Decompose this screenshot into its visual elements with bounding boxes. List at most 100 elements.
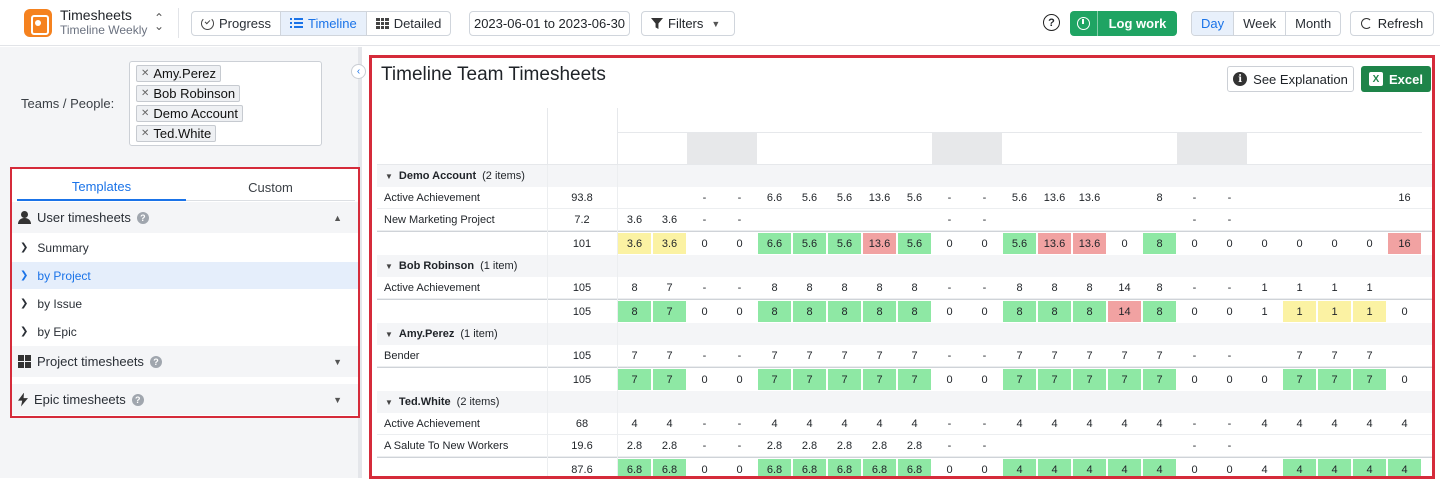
hours-cell: 3.6	[661, 214, 678, 226]
total-hours-cell: 7	[653, 301, 686, 322]
hours-cell: 8	[876, 282, 883, 294]
section-user-timesheets[interactable]: User timesheets ? ▲	[12, 202, 358, 233]
timesheet-report-panel: Timeline Team Timesheets i See Explanati…	[369, 55, 1435, 479]
column-header-sum	[547, 108, 617, 133]
total-hours-cell: 7	[793, 369, 826, 390]
row-sum: 105	[572, 282, 592, 294]
help-icon[interactable]: ?	[136, 211, 149, 224]
help-icon[interactable]: ?	[131, 393, 144, 406]
total-hours-cell: 0	[736, 305, 743, 318]
hours-cell	[1037, 435, 1072, 457]
hours-cell: 7	[876, 350, 883, 362]
total-hours-cell: 0	[1261, 373, 1268, 386]
total-hours-cell: 0	[1226, 305, 1233, 318]
excel-label: Excel	[1389, 71, 1423, 87]
section-epic-timesheets[interactable]: Epic timesheets ? ▼	[12, 384, 358, 415]
excel-export-button[interactable]: X Excel	[1361, 66, 1431, 92]
person-chip[interactable]: ✕ Demo Account	[136, 105, 243, 122]
total-hours-cell: 0	[981, 237, 988, 250]
log-work-button[interactable]: Log work	[1070, 11, 1177, 36]
group-header[interactable]: ▼ Ted.White (2 items)	[385, 391, 499, 413]
hours-cell: 7	[1366, 350, 1373, 362]
tab-custom[interactable]: Custom	[186, 173, 355, 201]
project-name: Bender	[384, 350, 420, 362]
person-chip[interactable]: ✕ Bob Robinson	[136, 85, 241, 102]
total-hours-cell: 4	[1038, 459, 1071, 476]
collapse-caret-icon[interactable]: ▼	[385, 172, 393, 181]
group-header[interactable]: ▼ Bob Robinson (1 item)	[385, 255, 517, 277]
total-hours-cell: 16	[1388, 233, 1421, 254]
teams-people-select[interactable]: ✕ Amy.Perez ✕ Bob Robinson ✕ Demo Accoun…	[129, 61, 322, 146]
period-month-button[interactable]: Month	[1286, 12, 1340, 35]
app-title[interactable]: Timesheets	[60, 7, 132, 23]
remove-icon[interactable]: ✕	[141, 108, 149, 119]
total-hours-cell: 0	[981, 373, 988, 386]
collapse-caret-icon[interactable]: ▼	[385, 398, 393, 407]
weekday-header	[1142, 148, 1177, 164]
date-range-picker[interactable]: 2023-06-01 to 2023-06-30	[469, 11, 630, 36]
remove-icon[interactable]: ✕	[141, 68, 149, 79]
hours-cell: 3.6	[626, 214, 643, 226]
template-item-by-epic[interactable]: ❯ by Epic	[12, 318, 358, 345]
row-sum: 105	[572, 350, 592, 362]
total-hours-cell: 14	[1108, 301, 1141, 322]
person-chip[interactable]: ✕ Ted.White	[136, 125, 217, 142]
total-hours-cell: 0	[1331, 237, 1338, 250]
help-icon[interactable]: ?	[149, 355, 162, 368]
total-hours-cell: 6.8	[793, 459, 826, 476]
refresh-button[interactable]: Refresh	[1350, 11, 1434, 36]
view-detailed-button[interactable]: Detailed	[367, 12, 451, 35]
view-timeline-button[interactable]: Timeline	[281, 12, 367, 35]
app-switch-chevron-icon[interactable]: ⌃ ⌄	[154, 12, 164, 32]
group-header-row	[377, 323, 1432, 345]
total-hours-cell: 0	[1366, 237, 1373, 250]
person-chip-label: Amy.Perez	[153, 66, 216, 81]
template-item-by-project[interactable]: ❯ by Project	[12, 262, 358, 289]
remove-icon[interactable]: ✕	[141, 128, 149, 139]
see-explanation-button[interactable]: i See Explanation	[1227, 66, 1354, 92]
template-item-label: by Issue	[37, 296, 83, 311]
hours-cell: 5.6	[906, 192, 923, 204]
person-chip[interactable]: ✕ Amy.Perez	[136, 65, 221, 82]
total-hours-cell: 13.6	[1073, 233, 1106, 254]
hours-cell: -	[947, 350, 952, 362]
total-hours-cell: 0	[1191, 305, 1198, 318]
total-hours-cell: 7	[828, 369, 861, 390]
total-hours-cell: 6.8	[863, 459, 896, 476]
hours-cell: 4	[1016, 418, 1023, 430]
group-name: Demo Account	[398, 170, 477, 182]
project-name: New Marketing Project	[384, 214, 495, 226]
column-divider	[617, 165, 618, 476]
timesheets-app-icon[interactable]	[24, 9, 52, 37]
row-sum: 68	[575, 418, 589, 430]
period-day-button[interactable]: Day	[1192, 12, 1235, 35]
weekday-header	[1352, 148, 1387, 164]
hours-cell: 7	[841, 350, 848, 362]
filters-label: Filters	[668, 16, 704, 31]
weekday-header	[1387, 148, 1422, 164]
view-progress-button[interactable]: Progress	[192, 12, 282, 35]
hours-cell	[1002, 209, 1037, 231]
group-header[interactable]: ▼ Amy.Perez (1 item)	[385, 323, 498, 345]
total-hours-cell: 0	[1226, 373, 1233, 386]
tab-templates[interactable]: Templates	[17, 173, 186, 201]
template-item-summary[interactable]: ❯ Summary	[12, 234, 358, 261]
collapse-caret-icon[interactable]: ▼	[385, 330, 393, 339]
collapse-panel-icon[interactable]: ‹	[351, 64, 366, 79]
row-sum: 19.6	[571, 440, 593, 452]
group-header[interactable]: ▼ Demo Account (2 items)	[385, 165, 525, 187]
toolbar-divider	[178, 8, 179, 38]
period-week-button[interactable]: Week	[1234, 12, 1287, 35]
hours-cell	[1072, 209, 1107, 231]
hours-cell: -	[1227, 192, 1232, 204]
total-hours-cell: 8	[793, 301, 826, 322]
filters-button[interactable]: Filters ▼	[641, 11, 735, 36]
section-project-timesheets[interactable]: Project timesheets ? ▼	[12, 346, 358, 377]
weekday-header	[687, 148, 722, 164]
hours-cell: 4	[1401, 418, 1408, 430]
remove-icon[interactable]: ✕	[141, 88, 149, 99]
collapse-caret-icon[interactable]: ▼	[385, 262, 393, 271]
app-subtitle[interactable]: Timeline Weekly	[60, 23, 147, 37]
help-icon[interactable]: ?	[1043, 14, 1060, 31]
template-item-by-issue[interactable]: ❯ by Issue	[12, 290, 358, 317]
